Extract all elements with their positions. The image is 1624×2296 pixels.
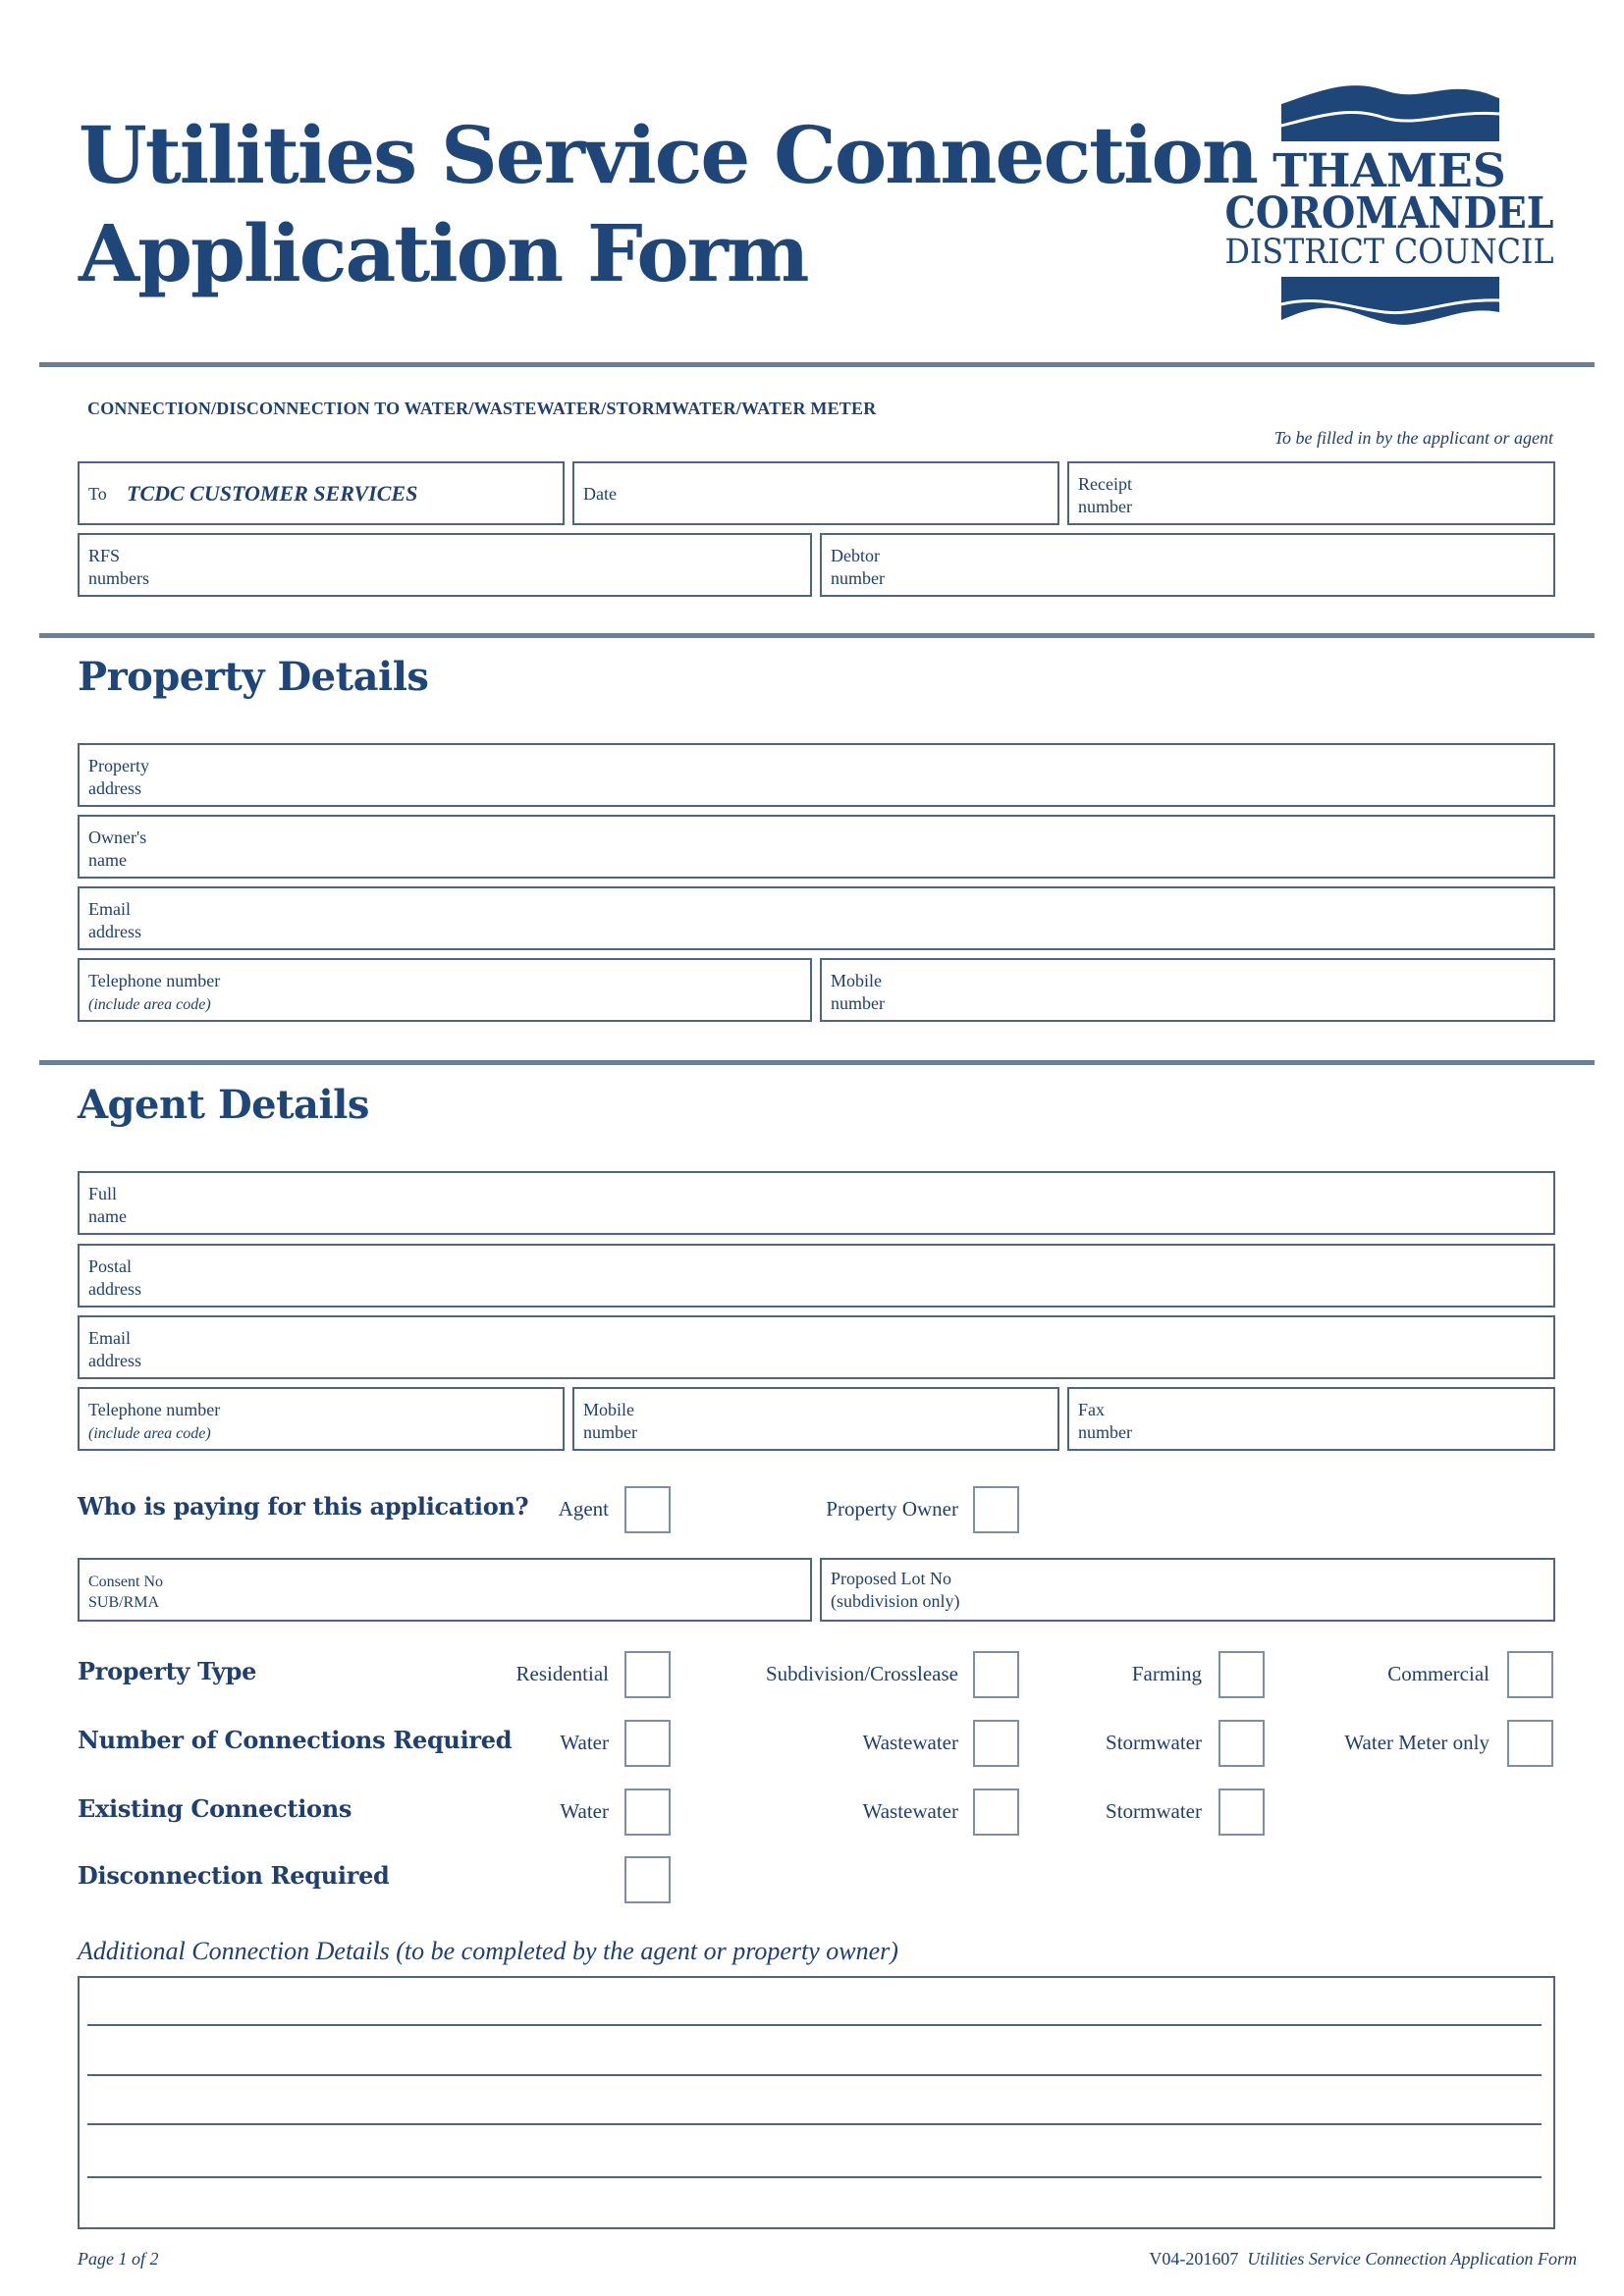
connections-required-meter-checkbox[interactable] — [1507, 1720, 1553, 1767]
writing-line — [87, 2123, 1542, 2125]
owner-email-label: Email address — [88, 899, 141, 941]
payer-agent-checkbox[interactable] — [624, 1486, 671, 1533]
additional-details-textarea[interactable] — [78, 1976, 1555, 2229]
page-title-line-2: Application Form — [79, 207, 810, 299]
agent-fax-field[interactable]: Fax number — [1067, 1387, 1555, 1451]
connections-required-wastewater-label: Wastewater — [862, 1731, 958, 1754]
property-type-residential-label: Residential — [515, 1662, 609, 1685]
proposed-lot-field[interactable]: Proposed Lot No (subdivision only) — [820, 1558, 1555, 1622]
existing-water-label: Water — [560, 1799, 609, 1823]
rfs-numbers-field[interactable]: RFS numbers — [78, 533, 812, 597]
divider — [39, 1060, 1595, 1065]
payer-option-owner-label: Property Owner — [826, 1497, 958, 1521]
owner-name-field[interactable]: Owner's name — [78, 815, 1555, 879]
page-title-line-1: Utilities Service Connection — [79, 109, 1259, 201]
connections-required-water-label: Water — [560, 1731, 609, 1754]
agent-details-heading: Agent Details — [78, 1082, 369, 1128]
logo-line-2: COROMANDEL — [1225, 188, 1554, 239]
disconnection-required-label: Disconnection Required — [78, 1861, 390, 1890]
property-type-subdivision-label: Subdivision/Crosslease — [765, 1662, 958, 1685]
fill-instructions: To be filled in by the applicant or agen… — [1273, 428, 1553, 448]
agent-telephone-field[interactable]: Telephone number (include area code) — [78, 1387, 565, 1451]
writing-line — [87, 2024, 1542, 2026]
owner-mobile-label: Mobile number — [831, 971, 885, 1013]
connections-required-meter-label: Water Meter only — [1344, 1731, 1489, 1754]
existing-wastewater-label: Wastewater — [862, 1799, 958, 1823]
property-address-field[interactable]: Property address — [78, 743, 1555, 807]
date-field[interactable]: Date — [572, 461, 1059, 525]
consent-number-label: Consent No SUB/RMA — [88, 1574, 163, 1611]
additional-details-heading: Additional Connection Details (to be com… — [78, 1937, 898, 1965]
page-title: Utilities Service Connection Application… — [79, 106, 1259, 302]
owner-name-label: Owner's name — [88, 828, 147, 870]
property-address-label: Property address — [88, 756, 149, 798]
existing-water-checkbox[interactable] — [624, 1789, 671, 1836]
agent-fax-label: Fax number — [1078, 1400, 1132, 1442]
debtor-number-field[interactable]: Debtor number — [820, 533, 1555, 597]
payer-option-agent-label: Agent — [558, 1497, 609, 1521]
agent-postal-address-field[interactable]: Postal address — [78, 1244, 1555, 1308]
owner-telephone-label: Telephone number (include area code) — [88, 971, 221, 1013]
agent-full-name-label: Full name — [88, 1184, 127, 1226]
owner-mobile-field[interactable]: Mobile number — [820, 958, 1555, 1022]
council-wave-logo-icon: THAMES COROMANDEL DISTRICT COUNCIL — [1225, 85, 1554, 325]
property-type-commercial-checkbox[interactable] — [1507, 1651, 1553, 1698]
agent-email-field[interactable]: Email address — [78, 1315, 1555, 1379]
receipt-number-label: Receipt number — [1078, 474, 1132, 516]
divider — [39, 362, 1595, 367]
writing-line — [87, 2176, 1542, 2178]
property-type-farming-label: Farming — [1131, 1662, 1202, 1685]
version-code: V04-201607 — [1149, 2249, 1239, 2269]
agent-telephone-label: Telephone number (include area code) — [88, 1400, 221, 1442]
agent-mobile-label: Mobile number — [583, 1400, 637, 1442]
existing-connections-label: Existing Connections — [78, 1794, 352, 1823]
existing-stormwater-label: Stormwater — [1106, 1799, 1202, 1823]
agent-full-name-field[interactable]: Full name — [78, 1171, 1555, 1235]
connections-required-stormwater-label: Stormwater — [1106, 1731, 1202, 1754]
proposed-lot-label: Proposed Lot No (subdivision only) — [831, 1569, 960, 1611]
property-type-label: Property Type — [78, 1657, 257, 1685]
existing-stormwater-checkbox[interactable] — [1218, 1789, 1265, 1836]
agent-postal-address-label: Postal address — [88, 1256, 141, 1299]
divider — [39, 633, 1595, 638]
page-number: Page 1 of 2 — [78, 2249, 159, 2269]
form-version: V04-201607 Utilities Service Connection … — [1149, 2249, 1577, 2269]
property-type-residential-checkbox[interactable] — [624, 1651, 671, 1698]
property-details-heading: Property Details — [78, 654, 429, 700]
agent-mobile-field[interactable]: Mobile number — [572, 1387, 1059, 1451]
receipt-number-field[interactable]: Receipt number — [1067, 461, 1555, 525]
owner-email-field[interactable]: Email address — [78, 886, 1555, 950]
date-label: Date — [583, 484, 617, 504]
property-type-commercial-label: Commercial — [1387, 1662, 1489, 1685]
to-value: TCDC CUSTOMER SERVICES — [127, 481, 418, 506]
connections-required-water-checkbox[interactable] — [624, 1720, 671, 1767]
owner-telephone-field[interactable]: Telephone number (include area code) — [78, 958, 812, 1022]
debtor-number-label: Debtor number — [831, 546, 885, 588]
to-label: To — [88, 484, 107, 504]
payer-property-owner-checkbox[interactable] — [973, 1486, 1019, 1533]
consent-number-field[interactable]: Consent No SUB/RMA — [78, 1558, 812, 1622]
disconnection-required-checkbox[interactable] — [624, 1856, 671, 1903]
rfs-numbers-label: RFS numbers — [88, 546, 149, 588]
footer-form-name: Utilities Service Connection Application… — [1247, 2249, 1577, 2269]
agent-email-label: Email address — [88, 1328, 141, 1370]
logo-line-3: DISTRICT COUNCIL — [1225, 233, 1554, 272]
to-field[interactable]: To TCDC CUSTOMER SERVICES — [78, 461, 565, 525]
form-subheading: CONNECTION/DISCONNECTION TO WATER/WASTEW… — [87, 399, 877, 418]
council-logo: THAMES COROMANDEL DISTRICT COUNCIL — [1213, 77, 1566, 337]
writing-line — [87, 2074, 1542, 2076]
